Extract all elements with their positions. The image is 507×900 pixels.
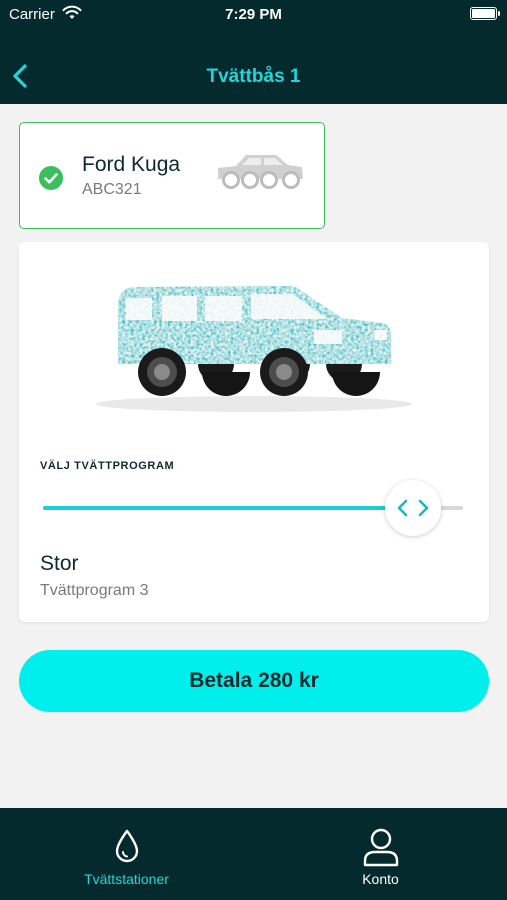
user-icon [363,828,398,867]
checkmark-icon [39,166,63,190]
tab-bar: Tvättstationer Konto [0,808,507,900]
vehicle-plate: ABC321 [82,181,142,198]
left-right-chevrons-icon [397,499,428,517]
pay-button[interactable]: Betala 280 kr [19,650,489,712]
selected-vehicle-card[interactable]: Ford Kuga ABC321 [19,122,325,229]
page-title: Tvättbås 1 [206,66,301,87]
program-subtitle: Tvättprogram 3 [40,582,149,599]
tab-label-tvattstationer: Tvättstationer [84,871,169,887]
section-label: VÄLJ TVÄTTPROGRAM [40,460,175,472]
drop-icon [115,829,138,863]
tab-konto[interactable]: Konto [254,808,507,900]
battery-icon [470,7,500,20]
car-illustration [96,286,412,412]
status-bar: Carrier 7:29 PM [0,0,507,30]
tab-label-konto: Konto [362,871,399,887]
tab-tvattstationer[interactable]: Tvättstationer [0,808,253,900]
clock: 7:29 PM [225,6,282,23]
program-slider-fill [43,506,413,510]
vehicle-name: Ford Kuga [82,153,181,176]
top-bar: Carrier 7:29 PM Tvättbås 1 [0,0,507,104]
program-slider-thumb[interactable] [384,480,441,536]
car-icon [218,155,303,189]
program-name: Stor [40,552,79,575]
wash-program-card: VÄLJ TVÄTTPROGRAM Stor Tvättprogram 3 [19,242,489,622]
